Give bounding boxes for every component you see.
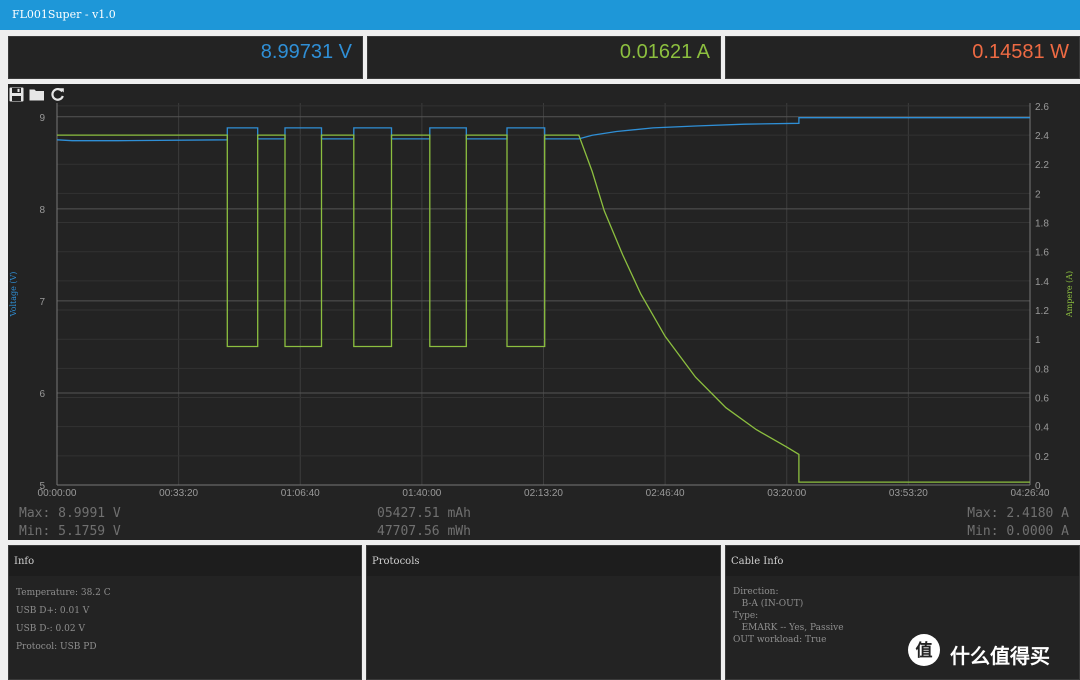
y2-tick-label: 2.2: [1035, 160, 1049, 171]
y-tick-label: 7: [39, 297, 45, 308]
power-meter: 0.14581 W: [725, 36, 1080, 79]
y2-tick-label: 0.2: [1035, 452, 1049, 463]
y2-tick-label: 1.2: [1035, 306, 1049, 317]
y-tick-label: 8: [39, 205, 45, 216]
y2-tick-label: 2.4: [1035, 131, 1049, 142]
save-icon[interactable]: [9, 87, 25, 103]
x-tick-label: 00:33:20: [159, 488, 198, 499]
x-tick-label: 03:20:00: [767, 488, 806, 499]
temperature-value: Temperature: 38.2 C: [16, 588, 111, 598]
info-panel-header: Info: [9, 546, 361, 576]
y2-tick-label: 0.8: [1035, 364, 1049, 375]
cable-direction-value: B-A (IN-OUT): [733, 599, 804, 609]
energy-stat: 47707.56 mWh: [377, 524, 471, 539]
max-voltage-stat: Max: 8.9991 V: [19, 506, 121, 521]
max-current-stat: Max: 2.4180 A: [967, 506, 1069, 521]
chart-panel: 00:00:00 00:33:20 01:06:40 01:40:00 02:13:20…: [8, 84, 1080, 540]
x-tick-label: 02:13:20: [524, 488, 563, 499]
cable-info-panel-header: Cable Info: [726, 546, 1079, 576]
y2-tick-label: 0.6: [1035, 394, 1049, 405]
y2-tick-label: 0.4: [1035, 423, 1049, 434]
window-title: FL001Super - v1.0: [12, 8, 116, 21]
voltage-readout: 8.99731 V: [260, 41, 352, 63]
watermark-text: 什么值得买: [950, 644, 1050, 668]
y2-tick-label: 1.6: [1035, 248, 1049, 259]
voltage-meter: 8.99731 V: [8, 36, 363, 79]
cable-type-value: EMARK -- Yes, Passive: [733, 623, 844, 633]
y2-axis-label: Ampere (A): [1065, 271, 1074, 318]
y-tick-label: 9: [39, 113, 45, 124]
y-axis-label: Voltage (V): [9, 272, 18, 318]
title-bar: FL001Super - v1.0: [0, 0, 1080, 30]
current-meter: 0.01621 A: [367, 36, 721, 79]
protocols-panel-header: Protocols: [367, 546, 720, 576]
y2-tick-label: 1.4: [1035, 277, 1049, 288]
x-tick-label: 04:26:40: [1011, 488, 1050, 499]
capacity-stat: 05427.51 mAh: [377, 506, 471, 521]
svg-text:值: 值: [916, 640, 933, 661]
y2-tick-label: 1.8: [1035, 219, 1049, 230]
usb-dminus-value: USB D-: 0.02 V: [16, 624, 85, 634]
x-tick-label: 02:46:40: [646, 488, 685, 499]
watermark-logo-icon: 值: [908, 634, 940, 666]
voltage-current-chart: 00:00:00 00:33:20 01:06:40 01:40:00 02:13:20…: [9, 102, 1074, 499]
protocol-value: Protocol: USB PD: [16, 642, 97, 652]
refresh-icon[interactable]: [50, 87, 66, 103]
y-tick-label: 6: [39, 389, 45, 400]
min-voltage-stat: Min: 5.1759 V: [19, 524, 121, 539]
y-tick-label: 5: [39, 481, 45, 492]
cable-info-panel-title: Cable Info: [731, 556, 784, 567]
cable-type-label: Type:: [733, 611, 759, 621]
protocols-panel: Protocols: [366, 545, 721, 680]
y2-tick-label: 0: [1035, 481, 1041, 492]
x-tick-label: 01:40:00: [402, 488, 441, 499]
folder-icon[interactable]: [29, 87, 45, 103]
y2-tick-label: 1: [1035, 335, 1041, 346]
info-panel-title: Info: [14, 556, 35, 567]
cable-direction-label: Direction:: [733, 587, 779, 597]
current-readout: 0.01621 A: [619, 41, 710, 63]
x-tick-label: 01:06:40: [281, 488, 320, 499]
usb-dplus-value: USB D+: 0.01 V: [16, 606, 90, 616]
protocols-panel-title: Protocols: [372, 556, 420, 567]
out-workload-value: OUT workload: True: [733, 635, 827, 645]
y2-tick-label: 2.6: [1035, 102, 1049, 113]
power-readout: 0.14581 W: [972, 41, 1069, 63]
info-panel: Info Temperature: 38.2 C USB D+: 0.01 V …: [8, 545, 362, 680]
x-tick-label: 03:53:20: [889, 488, 928, 499]
min-current-stat: Min: 0.0000 A: [967, 524, 1069, 539]
y2-tick-label: 2: [1035, 189, 1041, 200]
